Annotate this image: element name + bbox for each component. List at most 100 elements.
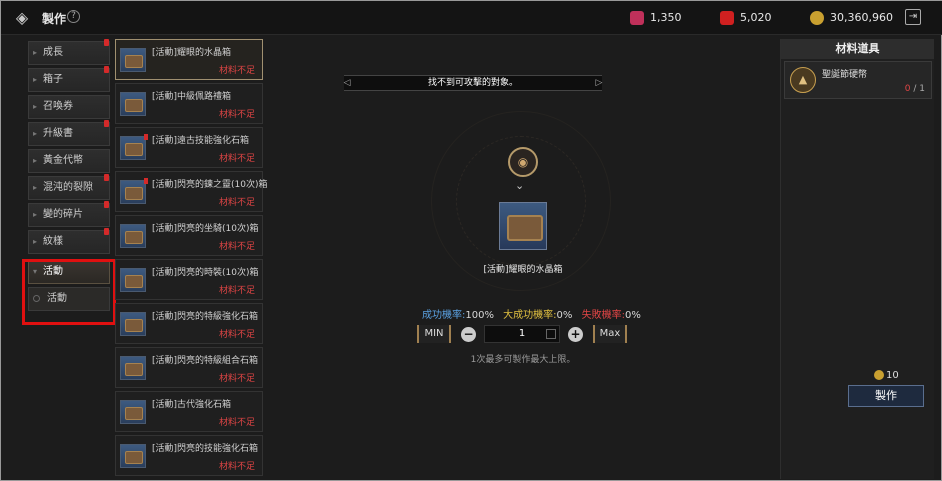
list-item[interactable]: [活動]閃亮的坐騎(10次)箱材料不足 <box>115 215 263 256</box>
material-name: 聖誕節硬幣 <box>822 70 868 80</box>
chest-icon <box>120 48 146 72</box>
category-label: 紋樣 <box>43 236 63 247</box>
category-label: 變的碎片 <box>43 209 83 220</box>
back-arrow-icon[interactable]: ◈ <box>11 8 33 28</box>
arrow-icon: ▸ <box>33 156 38 165</box>
help-icon[interactable]: ? <box>67 10 80 23</box>
notification-badge <box>104 66 109 73</box>
page-title: 製作 <box>42 12 67 26</box>
arrow-icon: ▸ <box>33 129 38 138</box>
item-name: [活動]遠古技能強化石箱 <box>152 136 250 146</box>
craft-cost-value: 10 <box>886 370 899 381</box>
gold-coin-icon <box>874 370 884 380</box>
notice-text: 找不到可攻擊的對象。 <box>427 78 518 88</box>
category-item-chaos-rift[interactable]: ▸ 混沌的裂隙 <box>28 174 110 200</box>
arrow-icon: ▸ <box>33 237 38 246</box>
item-status: 材料不足 <box>218 374 255 384</box>
item-name: [活動]閃亮的坐騎(10次)箱 <box>152 224 259 234</box>
chest-icon <box>120 180 146 204</box>
list-item[interactable]: [活動]耀眼的水晶箱材料不足 <box>115 39 263 80</box>
list-item[interactable]: [活動]古代強化石箱 材料不足 <box>115 391 263 432</box>
crystal-currency: 1,350 <box>630 10 682 26</box>
min-button[interactable]: MIN <box>417 325 451 343</box>
arrow-icon: ▸ <box>33 102 38 111</box>
arrow-icon: ▸ <box>33 210 38 219</box>
arrow-icon: ▸ <box>33 75 38 84</box>
notification-badge <box>104 174 109 181</box>
notice-banner: ◁ 找不到可攻擊的對象。 ▷ <box>344 75 602 91</box>
keypad-icon[interactable] <box>546 329 556 339</box>
crafting-window: ◈ 製作 ? 1,350 5,020 30,360,960 ⇥ ▸ 成長 ▸ 箱子 … <box>0 0 942 481</box>
category-item-boxes[interactable]: ▸ 箱子 <box>28 66 110 92</box>
item-status: 材料不足 <box>218 198 255 208</box>
item-status: 材料不足 <box>218 110 255 120</box>
crystal-amount: 1,350 <box>650 11 682 24</box>
red-gem-amount: 5,020 <box>740 11 772 24</box>
item-status: 材料不足 <box>218 242 255 252</box>
top-bar: ◈ 製作 ? 1,350 5,020 30,360,960 ⇥ <box>1 1 942 35</box>
quantity-value: 1 <box>518 328 526 339</box>
chest-icon <box>120 312 146 336</box>
success-rate-value: 100% <box>465 310 494 321</box>
exit-icon[interactable]: ⇥ <box>905 9 921 25</box>
list-item[interactable]: [活動]閃亮的技能強化石箱 材料不足 <box>115 435 263 476</box>
christmas-coin-icon: ▲ <box>790 67 816 93</box>
probability-rates: 成功機率:100% 大成功機率:0% 失敗機率:0% <box>422 306 647 321</box>
gold-amount: 30,360,960 <box>830 11 893 24</box>
materials-panel: 材料道具 ▲ 聖誕節硬幣 0 / 1 <box>780 39 934 479</box>
item-status: 材料不足 <box>218 418 255 428</box>
selected-chest-icon <box>499 202 547 250</box>
list-item[interactable]: [活動]閃亮的特級強化石箱 材料不足 <box>115 303 263 344</box>
item-status: 材料不足 <box>218 330 255 340</box>
minus-button[interactable]: − <box>461 327 476 342</box>
fail-rate-label: 失敗機率: <box>581 310 625 321</box>
item-name: [活動]耀眼的水晶箱 <box>152 48 232 58</box>
category-item-transform-shards[interactable]: ▸ 變的碎片 <box>28 201 110 227</box>
chest-icon <box>120 224 146 248</box>
category-label: 箱子 <box>43 74 63 85</box>
list-item[interactable]: [活動]閃亮的鍊之靈(10次)箱 材料不足 <box>115 171 268 212</box>
item-status: 材料不足 <box>218 286 255 296</box>
banner-cap-left-icon: ◁ <box>343 78 351 88</box>
plus-button[interactable]: + <box>568 327 583 342</box>
category-label: 召喚券 <box>43 101 73 112</box>
craft-button[interactable]: 製作 <box>848 385 924 407</box>
max-button[interactable]: Max <box>593 325 627 343</box>
chest-icon <box>120 136 146 160</box>
category-item-gold-tokens[interactable]: ▸ 黃金代幣 <box>28 149 110 173</box>
item-status: 材料不足 <box>218 154 255 164</box>
notification-badge <box>104 120 109 127</box>
item-status: 材料不足 <box>218 462 255 472</box>
success-rate-label: 成功機率: <box>422 310 466 321</box>
category-label: 混沌的裂隙 <box>43 182 93 193</box>
red-gem-currency: 5,020 <box>720 10 772 26</box>
list-item[interactable]: [活動]中級佩路禮箱 材料不足 <box>115 83 263 124</box>
arrow-icon: ▸ <box>33 48 38 57</box>
chest-icon <box>120 92 146 116</box>
notification-badge <box>104 228 109 235</box>
category-item-upgrade-books[interactable]: ▸ 升級書 <box>28 120 110 146</box>
item-list: [活動]耀眼的水晶箱材料不足 [活動]中級佩路禮箱 材料不足 [活動]遠古技能強化… <box>115 39 268 479</box>
crystal-icon <box>630 11 644 25</box>
list-item[interactable]: [活動]遠古技能強化石箱材料不足 <box>115 127 263 168</box>
item-status: 材料不足 <box>218 66 255 76</box>
great-success-rate-value: 0% <box>556 310 573 321</box>
quantity-input[interactable]: 1 <box>484 325 560 343</box>
fail-rate-value: 0% <box>624 310 641 321</box>
category-label: 黃金代幣 <box>43 155 83 166</box>
chest-icon <box>120 444 146 468</box>
notification-badge <box>144 178 148 184</box>
category-item-growth[interactable]: ▸ 成長 <box>28 39 110 65</box>
material-need: / 1 <box>913 84 925 94</box>
great-success-rate-label: 大成功機率: <box>503 310 557 321</box>
materials-header: 材料道具 <box>781 39 934 59</box>
chest-icon <box>120 400 146 424</box>
material-have: 0 <box>904 84 911 94</box>
category-item-summon-tickets[interactable]: ▸ 召喚券 <box>28 95 110 119</box>
arrow-icon: ▸ <box>33 183 38 192</box>
material-item[interactable]: ▲ 聖誕節硬幣 0 / 1 <box>784 61 932 99</box>
notification-badge <box>104 39 109 46</box>
gold-currency: 30,360,960 <box>810 10 893 26</box>
category-item-patterns[interactable]: ▸ 紋樣 <box>28 228 110 254</box>
notification-badge <box>144 134 148 140</box>
